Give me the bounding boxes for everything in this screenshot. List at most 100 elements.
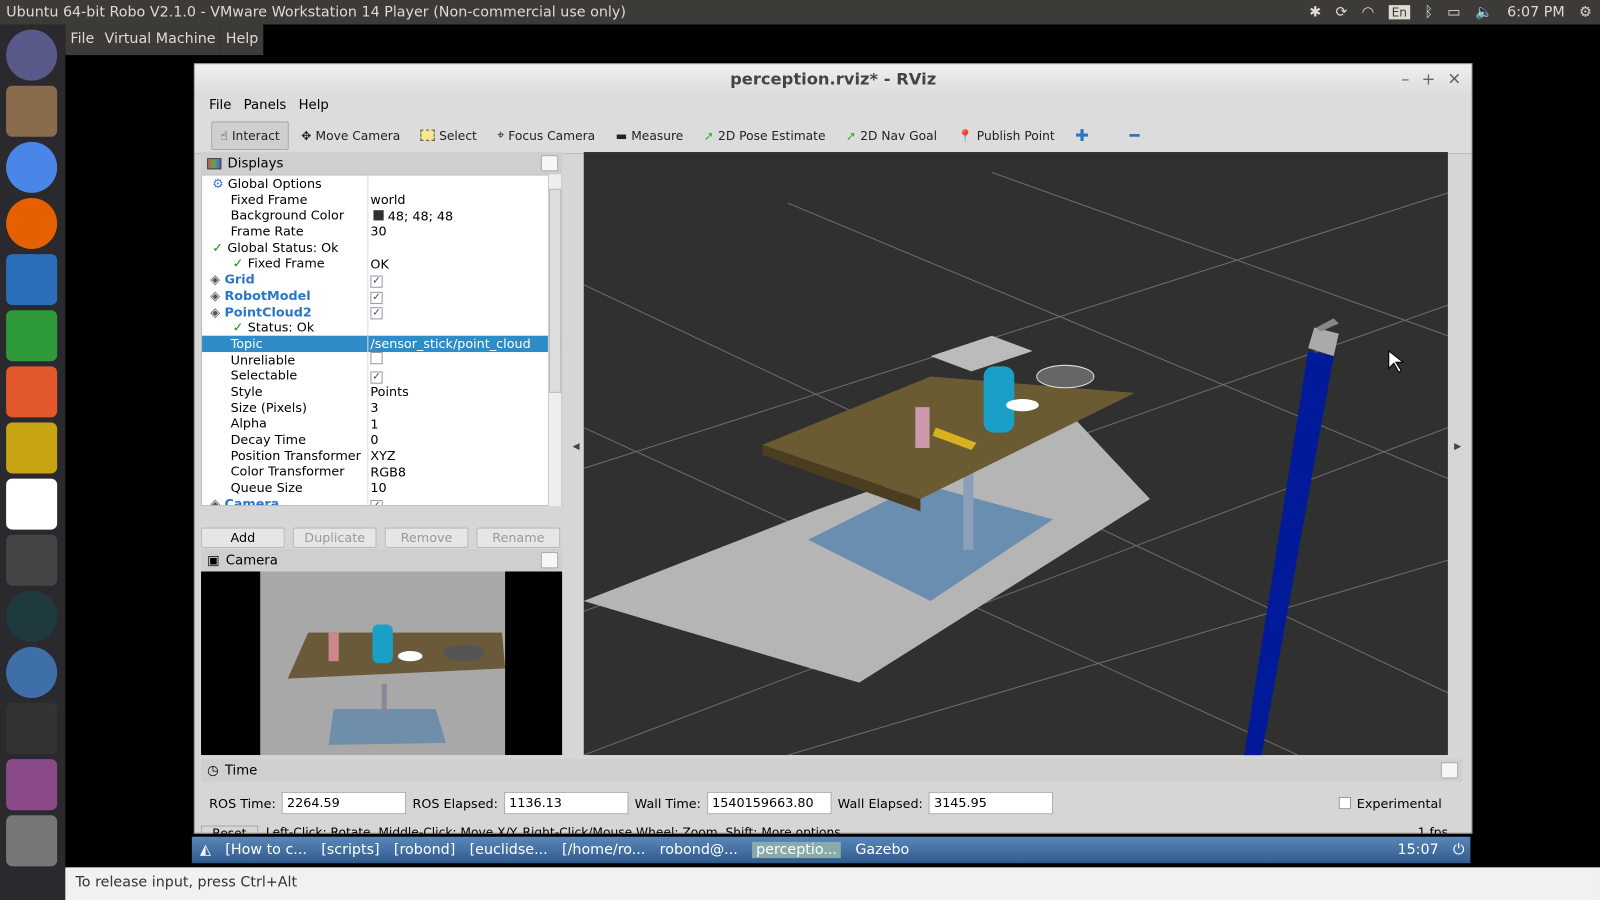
property-value[interactable]: 3 [368, 400, 378, 415]
display-row[interactable]: ◈ PointCloud2 ✓ [202, 303, 561, 320]
3d-viewport[interactable] [583, 152, 1448, 756]
ros-elapsed-field[interactable]: 1136.13 [504, 791, 629, 815]
float-button[interactable] [1440, 762, 1459, 779]
display-row[interactable]: ◈ Grid ✓ [202, 271, 561, 288]
property-value[interactable]: 10 [368, 480, 386, 495]
vm-menu-virtual-machine[interactable]: Virtual Machine [99, 24, 221, 56]
menu-help[interactable]: Help [299, 95, 329, 117]
display-row[interactable]: Decay Time 0 [202, 431, 561, 448]
taskbar-item-2[interactable]: [robond] [394, 842, 455, 858]
tool-focus-camera[interactable]: ⌖ Focus Camera [489, 121, 603, 149]
property-value[interactable]: ✓ [368, 287, 383, 304]
volume-icon[interactable]: 🔈 [1475, 4, 1493, 20]
collapse-left-icon[interactable]: ◀ [572, 442, 579, 452]
clock[interactable]: 6:07 PM [1507, 4, 1565, 20]
display-row[interactable]: Size (Pixels) 3 [202, 399, 561, 416]
wall-time-field[interactable]: 1540159663.80 [707, 791, 832, 815]
float-button[interactable] [540, 155, 559, 172]
checkbox[interactable]: ✓ [370, 307, 383, 320]
property-value[interactable]: RGB8 [368, 464, 406, 479]
sync-icon[interactable]: ⟳ [1335, 4, 1347, 20]
color-swatch[interactable] [373, 209, 384, 221]
taskbar-item-4[interactable]: [/home/ro... [562, 842, 645, 858]
display-row[interactable]: ⚙ Global Options [202, 175, 561, 192]
add-tool-button[interactable]: ✚ [1067, 119, 1097, 151]
screen-recorder-icon[interactable] [6, 759, 58, 811]
display-row[interactable]: Unreliable [202, 351, 561, 368]
tool-measure[interactable]: ▬ Measure [607, 122, 691, 149]
float-button[interactable] [540, 552, 559, 569]
tool-interact[interactable]: ☝ Interact [211, 120, 289, 150]
experimental-checkbox[interactable] [1338, 796, 1351, 810]
property-value[interactable]: 0 [368, 432, 378, 447]
files-icon[interactable] [6, 85, 58, 137]
display-row[interactable]: Color Transformer RGB8 [202, 463, 561, 480]
display-row[interactable]: Position Transformer XYZ [202, 447, 561, 464]
taskbar-item-0[interactable]: [How to c... [225, 842, 307, 858]
remove-tool-button[interactable]: ━ [1121, 119, 1147, 151]
power-icon[interactable]: ⏻ [1453, 842, 1464, 858]
remove-button[interactable]: Remove [384, 527, 469, 548]
property-value[interactable]: 1 [368, 416, 378, 431]
taskbar-item-7[interactable]: Gazebo [855, 842, 909, 858]
property-value[interactable]: ✓ [368, 271, 383, 288]
taskbar-item-5[interactable]: robond@... [660, 842, 738, 858]
ubuntu-icon[interactable] [6, 29, 58, 81]
chrome-icon[interactable] [6, 141, 58, 193]
trash-icon[interactable] [6, 815, 58, 867]
display-row[interactable]: Topic/sensor_stick/point_cloud [202, 335, 562, 352]
property-value[interactable]: world [368, 192, 405, 207]
checkbox[interactable]: ✓ [370, 275, 383, 288]
collapse-right-icon[interactable]: ▶ [1454, 442, 1461, 452]
terminal-icon[interactable] [6, 703, 58, 755]
display-row[interactable]: ✓ Fixed Frame OK [202, 255, 561, 272]
property-value[interactable]: ✓ [368, 303, 383, 320]
vmware-icon[interactable] [6, 422, 58, 474]
tool-select[interactable]: Select [413, 122, 485, 149]
display-row[interactable]: Frame Rate 30 [202, 223, 561, 240]
vm-menu-file[interactable]: File [65, 24, 100, 56]
start-icon[interactable]: ◭ [200, 842, 211, 858]
property-value[interactable] [368, 351, 383, 367]
display-row[interactable]: Queue Size 10 [202, 479, 561, 496]
display-row[interactable]: Style Points [202, 383, 561, 400]
display-row[interactable]: Alpha 1 [202, 415, 561, 432]
menu-panels[interactable]: Panels [244, 95, 287, 117]
property-value[interactable]: /sensor_stick/point_cloud [368, 336, 530, 351]
gitkraken-icon[interactable] [6, 590, 58, 642]
checkbox[interactable]: ✓ [370, 371, 383, 384]
property-value[interactable]: OK [368, 256, 388, 271]
sublime-icon[interactable] [6, 534, 58, 586]
display-row[interactable]: Background Color 48; 48; 48 [202, 207, 561, 224]
property-value[interactable]: ✓ [368, 495, 383, 506]
wall-elapsed-field[interactable]: 3145.95 [928, 791, 1054, 815]
power-gear-icon[interactable]: ⚙ [1579, 4, 1592, 20]
checkbox[interactable]: ✓ [370, 499, 383, 506]
displays-scrollbar[interactable] [547, 174, 562, 507]
maximize-icon[interactable]: + [1422, 64, 1436, 95]
vm-menu-help[interactable]: Help [220, 24, 264, 56]
duplicate-button[interactable]: Duplicate [292, 527, 377, 548]
close-icon[interactable]: ✕ [1448, 64, 1462, 95]
rename-button[interactable]: Rename [476, 527, 561, 548]
add-button[interactable]: Add [201, 527, 285, 548]
menu-file[interactable]: File [209, 95, 231, 117]
battery-icon[interactable]: ▭ [1447, 4, 1461, 20]
display-row[interactable]: Fixed Frame world [202, 191, 561, 208]
taskbar-item-3[interactable]: [euclidse... [470, 842, 548, 858]
tool-move-camera[interactable]: ✥ Move Camera [293, 122, 408, 149]
firefox-icon[interactable] [6, 197, 58, 249]
checkbox[interactable]: ✓ [370, 291, 383, 304]
app-icon[interactable] [6, 646, 58, 698]
display-row[interactable]: ✓ Status: Ok [202, 319, 561, 336]
tool-publish-point[interactable]: 📍 Publish Point [949, 122, 1063, 149]
checkbox[interactable] [370, 351, 383, 365]
tool-2d-nav-goal[interactable]: ➚ 2D Nav Goal [838, 122, 945, 149]
wifi-icon[interactable]: ◠ [1362, 4, 1374, 20]
bluetooth-icon[interactable]: ᛒ [1424, 4, 1433, 20]
property-value[interactable]: Points [368, 384, 408, 399]
ros-time-field[interactable]: 2264.59 [281, 791, 407, 815]
software-center-icon[interactable] [6, 366, 58, 418]
property-value[interactable]: 48; 48; 48 [368, 208, 453, 223]
property-value[interactable]: 30 [368, 224, 386, 239]
